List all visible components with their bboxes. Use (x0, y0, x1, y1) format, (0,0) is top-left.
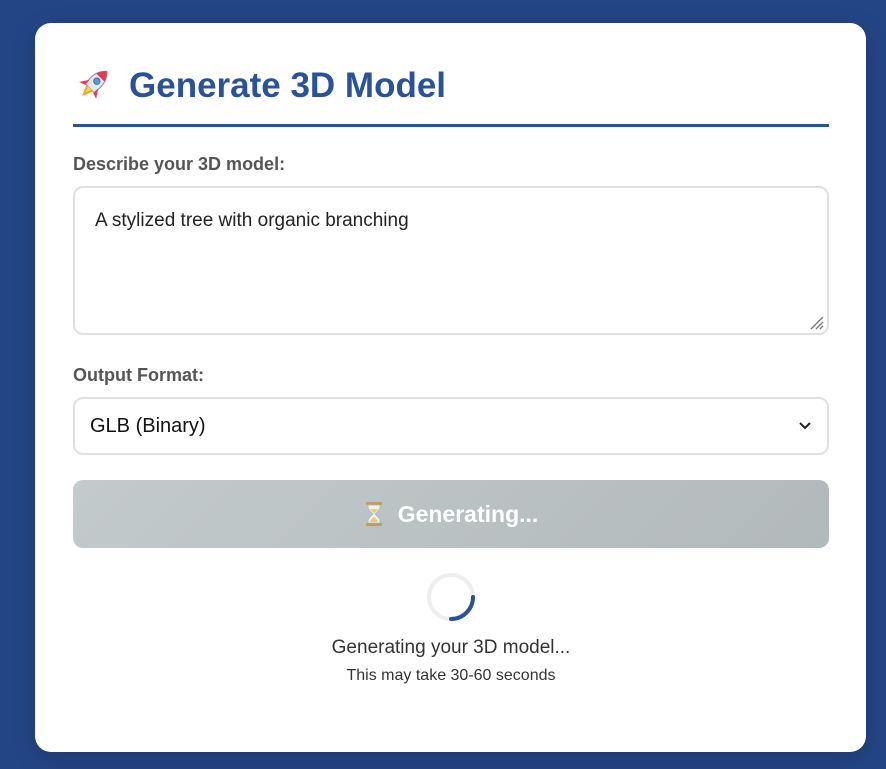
chevron-down-icon (799, 422, 811, 430)
description-text: A stylized tree with organic branching (95, 210, 409, 231)
description-label: Describe your 3D model: (73, 154, 286, 174)
format-select[interactable]: GLB (Binary) (73, 397, 829, 455)
resize-grip-icon[interactable] (808, 314, 824, 330)
rocket-icon (79, 70, 108, 99)
loading-message: Generating your 3D model... (331, 637, 571, 658)
generate-button-label: Generating... (397, 500, 539, 527)
hourglass-icon (365, 502, 382, 526)
loading-hint: This may take 30-60 seconds (346, 667, 556, 684)
page-title: Generate 3D Model (129, 66, 447, 105)
page-header: Generate 3D Model (73, 63, 829, 127)
generator-card: Generate 3D Model Describe your 3D model… (35, 23, 866, 752)
description-textarea[interactable]: A stylized tree with organic branching (73, 186, 829, 335)
format-label: Output Format: (73, 365, 204, 385)
format-selected-value: GLB (Binary) (90, 414, 206, 437)
loading-status: Generating your 3D model... This may tak… (73, 571, 829, 685)
generate-button[interactable]: Generating... (73, 480, 829, 548)
loading-spinner-icon (427, 573, 475, 621)
